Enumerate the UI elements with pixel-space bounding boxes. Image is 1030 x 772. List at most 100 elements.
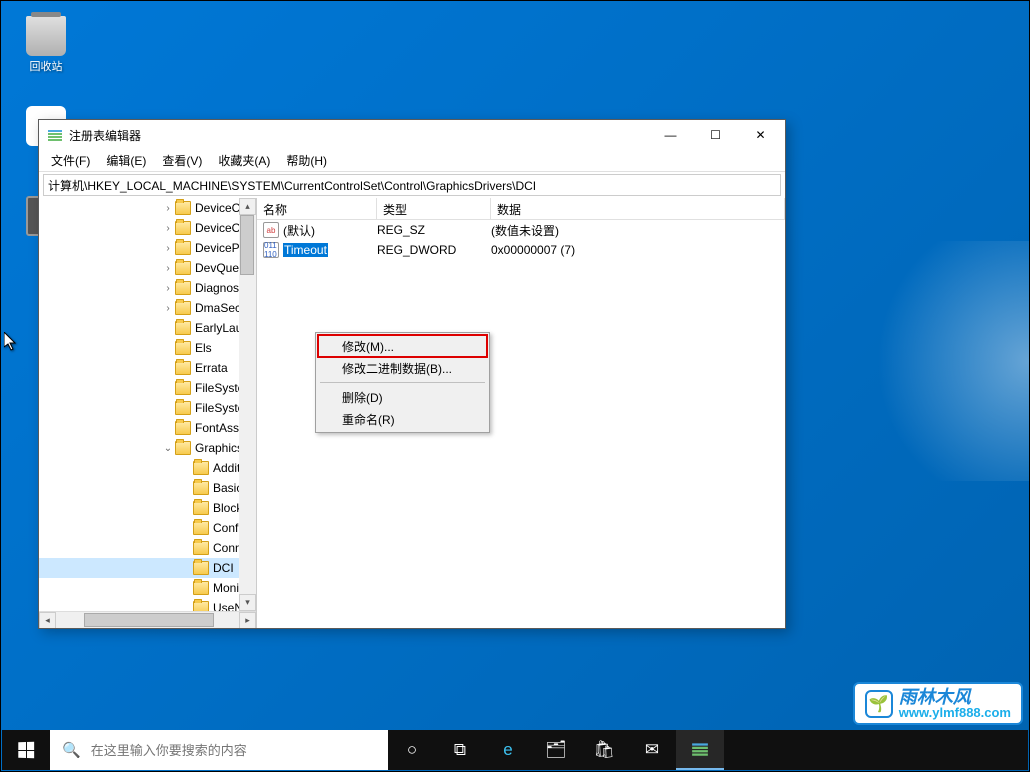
tree-item-label: Errata bbox=[195, 361, 228, 375]
tree-item-monitorda[interactable]: MonitorDa bbox=[39, 578, 257, 598]
value-type: REG_DWORD bbox=[377, 243, 491, 257]
windows-edge-light bbox=[849, 241, 1029, 481]
menu-help[interactable]: 帮助(H) bbox=[278, 150, 335, 171]
tree-item-label: Els bbox=[195, 341, 212, 355]
windows-logo-icon bbox=[18, 742, 34, 758]
folder-icon bbox=[175, 421, 191, 435]
tree-item-deviceoverri[interactable]: ›DeviceOverri bbox=[39, 218, 257, 238]
tree-expander[interactable]: ⌄ bbox=[161, 443, 175, 454]
tree-item-graphicsdriv[interactable]: ⌄GraphicsDriv bbox=[39, 438, 257, 458]
taskbar-edge[interactable]: e bbox=[484, 730, 532, 770]
list-header[interactable]: 名称 类型 数据 bbox=[257, 198, 785, 220]
value-name: (默认) bbox=[283, 222, 377, 239]
tree-item-filesystemuti[interactable]: FileSystemUti bbox=[39, 398, 257, 418]
watermark-badge: 🌱 雨林木风 www.ylmf888.com bbox=[853, 682, 1023, 725]
folder-icon bbox=[175, 401, 191, 415]
menu-file[interactable]: 文件(F) bbox=[43, 150, 98, 171]
values-panel[interactable]: 名称 类型 数据 ab(默认)REG_SZ(数值未设置)011 110Timeo… bbox=[257, 198, 785, 628]
folder-icon bbox=[175, 261, 191, 275]
folder-icon bbox=[193, 481, 209, 495]
tree-item-errata[interactable]: Errata bbox=[39, 358, 257, 378]
minimize-button[interactable]: — bbox=[648, 121, 693, 149]
tree-item-blocklist[interactable]: BlockList bbox=[39, 498, 257, 518]
start-button[interactable] bbox=[2, 730, 50, 770]
taskbar-search[interactable]: 🔍 bbox=[50, 730, 388, 770]
address-text: 计算机\HKEY_LOCAL_MACHINE\SYSTEM\CurrentCon… bbox=[48, 177, 536, 194]
context-menu-item[interactable]: 修改(M)... bbox=[318, 335, 487, 357]
address-bar[interactable]: 计算机\HKEY_LOCAL_MACHINE\SYSTEM\CurrentCon… bbox=[43, 174, 781, 196]
menu-edit[interactable]: 编辑(E) bbox=[98, 150, 154, 171]
tree-item-diagnostics[interactable]: ›Diagnostics bbox=[39, 278, 257, 298]
tree-expander[interactable]: › bbox=[161, 203, 175, 214]
cortana-button[interactable]: ○ bbox=[388, 730, 436, 770]
tree-item-els[interactable]: Els bbox=[39, 338, 257, 358]
regedit-app-icon bbox=[47, 127, 63, 143]
regedit-taskbar-icon bbox=[691, 740, 709, 758]
tree-expander[interactable]: › bbox=[161, 283, 175, 294]
tree-item-basicdispl[interactable]: BasicDispl bbox=[39, 478, 257, 498]
tree-item-configurat[interactable]: Configurat bbox=[39, 518, 257, 538]
tree-scrollbar-horizontal[interactable]: ◂ ▸ bbox=[39, 611, 256, 628]
menu-favorites[interactable]: 收藏夹(A) bbox=[210, 150, 278, 171]
tree-item-connectivi[interactable]: Connectivi bbox=[39, 538, 257, 558]
desktop-recycle-bin[interactable]: 回收站 bbox=[11, 16, 81, 74]
close-button[interactable]: ✕ bbox=[738, 121, 783, 149]
recycle-bin-label: 回收站 bbox=[30, 61, 63, 73]
scroll-down-button[interactable]: ▾ bbox=[239, 594, 256, 611]
folder-icon bbox=[193, 561, 209, 575]
context-menu-item[interactable]: 删除(D) bbox=[318, 386, 487, 408]
tree-scrollbar-vertical[interactable]: ▴ ▾ bbox=[239, 198, 256, 611]
tree-item-devicepanels[interactable]: ›DevicePanels bbox=[39, 238, 257, 258]
taskbar-store[interactable]: 🛍 bbox=[580, 730, 628, 770]
maximize-button[interactable]: ☐ bbox=[693, 121, 738, 149]
value-row[interactable]: ab(默认)REG_SZ(数值未设置) bbox=[257, 220, 785, 240]
tree-item-filesystem[interactable]: FileSystem bbox=[39, 378, 257, 398]
scroll-track[interactable] bbox=[56, 612, 239, 629]
taskbar-regedit[interactable] bbox=[676, 730, 724, 770]
search-icon: 🔍 bbox=[62, 741, 81, 759]
menu-view[interactable]: 查看(V) bbox=[154, 150, 210, 171]
regedit-window: 注册表编辑器 — ☐ ✕ 文件(F) 编辑(E) 查看(V) 收藏夹(A) 帮助… bbox=[38, 119, 786, 629]
tree-expander[interactable]: › bbox=[161, 303, 175, 314]
value-row[interactable]: 011 110TimeoutREG_DWORD0x00000007 (7) bbox=[257, 240, 785, 260]
col-data[interactable]: 数据 bbox=[491, 198, 785, 219]
menubar: 文件(F) 编辑(E) 查看(V) 收藏夹(A) 帮助(H) bbox=[39, 150, 785, 172]
task-view-button[interactable]: ⧉ bbox=[436, 730, 484, 770]
scroll-thumb[interactable] bbox=[240, 215, 254, 275]
client-area: ›DeviceContai›DeviceOverri›DevicePanels›… bbox=[39, 198, 785, 628]
tree-panel[interactable]: ›DeviceContai›DeviceOverri›DevicePanels›… bbox=[39, 198, 257, 628]
tree-item-fontassoc[interactable]: FontAssoc bbox=[39, 418, 257, 438]
tree-expander[interactable]: › bbox=[161, 223, 175, 234]
value-type: REG_SZ bbox=[377, 223, 491, 237]
tree-item-devquery[interactable]: ›DevQuery bbox=[39, 258, 257, 278]
tree-item-dmasecurity[interactable]: ›DmaSecurity bbox=[39, 298, 257, 318]
tree-item-additional[interactable]: Additional bbox=[39, 458, 257, 478]
context-menu-item[interactable]: 修改二进制数据(B)... bbox=[318, 357, 487, 379]
folder-icon bbox=[193, 541, 209, 555]
col-name[interactable]: 名称 bbox=[257, 198, 377, 219]
folder-icon bbox=[175, 221, 191, 235]
scroll-thumb[interactable] bbox=[84, 613, 214, 627]
tree-item-earlylaunch[interactable]: EarlyLaunch bbox=[39, 318, 257, 338]
context-menu-item[interactable]: 重命名(R) bbox=[318, 408, 487, 430]
window-title: 注册表编辑器 bbox=[69, 127, 648, 144]
scroll-up-button[interactable]: ▴ bbox=[239, 198, 256, 215]
folder-icon bbox=[175, 281, 191, 295]
tree-item-devicecontai[interactable]: ›DeviceContai bbox=[39, 198, 257, 218]
folder-icon bbox=[175, 301, 191, 315]
tree-expander[interactable]: › bbox=[161, 263, 175, 274]
titlebar[interactable]: 注册表编辑器 — ☐ ✕ bbox=[39, 120, 785, 150]
col-type[interactable]: 类型 bbox=[377, 198, 491, 219]
scroll-track[interactable] bbox=[239, 215, 256, 594]
folder-icon bbox=[175, 361, 191, 375]
scroll-left-button[interactable]: ◂ bbox=[39, 612, 56, 629]
taskbar: 🔍 ○ ⧉ e 🗂 🛍 ✉ bbox=[2, 730, 1028, 770]
search-input[interactable] bbox=[91, 743, 376, 758]
folder-icon bbox=[175, 321, 191, 335]
tree-expander[interactable]: › bbox=[161, 243, 175, 254]
value-data: (数值未设置) bbox=[491, 222, 559, 239]
tree-item-dci[interactable]: DCI bbox=[39, 558, 257, 578]
scroll-right-button[interactable]: ▸ bbox=[239, 612, 256, 629]
taskbar-explorer[interactable]: 🗂 bbox=[532, 730, 580, 770]
taskbar-mail[interactable]: ✉ bbox=[628, 730, 676, 770]
